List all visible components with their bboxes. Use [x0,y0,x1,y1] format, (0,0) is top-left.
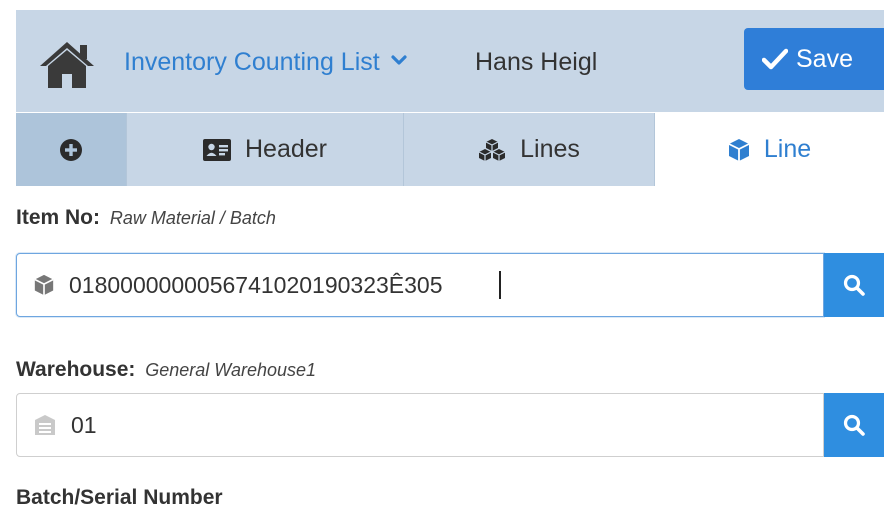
warehouse-description: General Warehouse1 [145,360,317,380]
warehouse-search-button[interactable] [824,393,884,457]
save-button-label: Save [796,44,853,73]
user-name: Hans Heigl [475,48,598,76]
search-icon [843,414,865,436]
tab-lines[interactable]: Lines [403,113,655,186]
home-icon[interactable] [38,40,96,90]
check-icon [762,48,788,70]
page: Inventory Counting List Hans Heigl Save [0,0,884,514]
save-button[interactable]: Save [744,28,884,90]
tab-header[interactable]: Header [126,113,403,186]
item-no-field[interactable] [16,253,824,317]
top-bar: Inventory Counting List Hans Heigl Save [16,10,884,112]
warehouse-input-group [16,393,884,457]
id-card-icon [203,138,231,161]
warehouse-field[interactable] [16,393,824,457]
plus-circle-icon [60,138,82,161]
item-no-input[interactable] [69,271,498,299]
warehouse-icon [35,415,55,435]
warehouse-label: Warehouse: General Warehouse1 [16,358,316,382]
search-icon [843,274,865,296]
tab-lines-label: Lines [520,135,580,163]
item-no-label-text: Item No: [16,206,100,229]
warehouse-input[interactable] [71,411,811,439]
cube-icon [728,138,750,161]
app-title-label: Inventory Counting List [124,48,380,76]
batch-serial-label-text: Batch/Serial Number [16,486,223,509]
chevron-down-icon [391,55,407,65]
tab-header-label: Header [245,135,327,163]
text-caret [499,271,501,299]
tab-line[interactable]: Line [655,113,884,186]
cubes-icon [478,138,506,161]
app-title-dropdown[interactable]: Inventory Counting List [124,48,407,77]
item-no-description: Raw Material / Batch [109,208,276,228]
item-search-button[interactable] [824,253,884,317]
item-no-input-group [16,253,884,317]
tab-new[interactable] [16,113,126,186]
batch-serial-label: Batch/Serial Number [16,486,223,510]
tab-line-label: Line [763,135,812,163]
item-no-label: Item No: Raw Material / Batch [16,206,276,230]
cube-icon [34,274,54,296]
warehouse-label-text: Warehouse: [16,358,136,381]
